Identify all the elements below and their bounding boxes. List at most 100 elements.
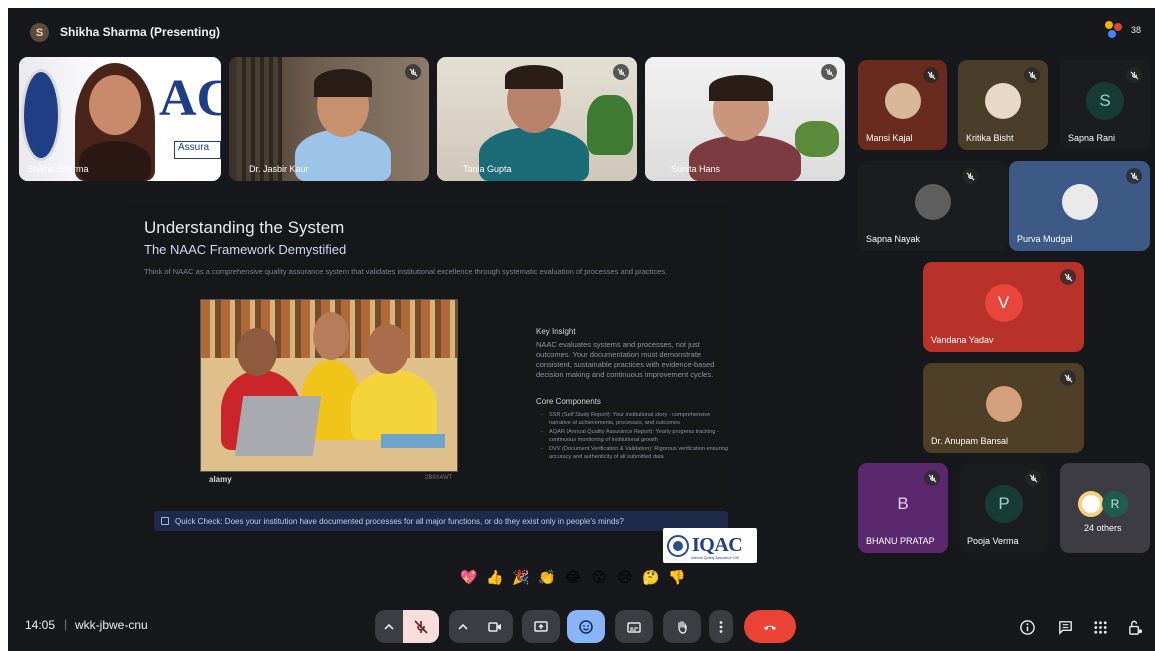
activities-button[interactable] — [1089, 616, 1111, 638]
more-options-button[interactable] — [709, 610, 733, 643]
participant-name: Sapna Rani — [1068, 133, 1116, 143]
captions-icon — [627, 621, 641, 633]
participant-tile-bhanu[interactable]: B BHANU PRATAP — [858, 463, 948, 553]
avatar — [1061, 184, 1098, 221]
participant-name: Tania Gupta — [463, 164, 512, 174]
reactions-button[interactable] — [567, 610, 605, 643]
photo-id: 2B8X4WT — [425, 475, 453, 481]
quick-check-text: Quick Check: Does your institution have … — [175, 516, 624, 526]
chevron-up-icon — [384, 623, 394, 630]
reaction-bar: 💖 👍 🎉 👏 😂 😮 😢 🤔 👎 — [459, 568, 687, 588]
participant-name: Sunita Hans — [671, 164, 721, 174]
participants-button[interactable]: 38 — [1104, 21, 1141, 39]
participant-tile-jasbir[interactable]: Dr. Jasbir Kaur — [229, 57, 429, 181]
divider: | — [64, 617, 68, 631]
info-icon — [1019, 619, 1035, 635]
mic-off-icon — [924, 470, 940, 486]
camera-icon — [488, 621, 501, 632]
present-screen-icon — [534, 620, 548, 632]
camera-toggle-button[interactable] — [477, 610, 513, 643]
chevron-up-icon — [458, 623, 468, 630]
avatar: V — [984, 284, 1023, 323]
avatar: B — [884, 485, 922, 524]
mic-off-icon — [962, 168, 978, 184]
meeting-details-button[interactable] — [1016, 616, 1038, 638]
surprised-reaction-icon[interactable]: 😮 — [589, 568, 609, 588]
laugh-reaction-icon[interactable]: 😂 — [563, 568, 583, 588]
photo-credit: alamy — [209, 475, 232, 484]
participants-icon — [1104, 21, 1125, 39]
avatar: S — [1086, 82, 1124, 121]
participant-name: Vandana Yadav — [931, 335, 994, 345]
leave-call-button[interactable] — [744, 610, 796, 643]
audio-options-button[interactable] — [375, 610, 403, 643]
participant-name: Shikha Sharma — [27, 164, 89, 174]
thumbs-up-reaction-icon[interactable]: 👍 — [485, 568, 505, 588]
heart-reaction-icon[interactable]: 💖 — [459, 568, 479, 588]
mic-off-icon — [414, 619, 428, 634]
participant-tile-anupam[interactable]: Dr. Anupam Bansal — [923, 363, 1084, 453]
mic-off-icon — [613, 64, 629, 80]
list-item: DVV (Document Verification & Validation)… — [540, 446, 729, 461]
participant-tile-vandana[interactable]: V Vandana Yadav — [923, 262, 1084, 352]
seal-icon — [667, 534, 689, 557]
key-insight-text: NAAC evaluates systems and processes, no… — [536, 340, 715, 379]
participant-tile-purva[interactable]: Purva Mudgal — [1009, 161, 1150, 251]
presenter-avatar: S — [30, 23, 49, 42]
present-button[interactable] — [522, 610, 560, 643]
thinking-reaction-icon[interactable]: 🤔 — [641, 568, 661, 588]
students-photo — [200, 299, 458, 472]
thumbs-down-reaction-icon[interactable]: 👎 — [667, 568, 687, 588]
key-insight-heading: Key Insight — [536, 327, 576, 336]
iqac-logo: IQAC Internal Quality Assurance Cell — [663, 528, 757, 563]
chat-icon — [1058, 620, 1072, 635]
participant-tile-sapna-rani[interactable]: S Sapna Rani — [1060, 60, 1150, 150]
host-controls-button[interactable] — [1124, 616, 1146, 638]
others-tile[interactable]: R 24 others — [1060, 463, 1150, 553]
flower-avatar-icon — [1078, 491, 1104, 517]
mic-off-icon — [821, 64, 837, 80]
party-reaction-icon[interactable]: 🎉 — [511, 568, 531, 588]
participant-name: Dr. Anupam Bansal — [931, 436, 1009, 446]
raise-hand-button[interactable] — [663, 610, 701, 643]
participant-name: Purva Mudgal — [1017, 234, 1073, 244]
meet-window: S Shikha Sharma (Presenting) 38 AC Assur… — [8, 8, 1155, 651]
hand-icon — [678, 620, 687, 634]
mic-off-icon — [1126, 168, 1142, 184]
clap-reaction-icon[interactable]: 👏 — [537, 568, 557, 588]
participant-tile-sunita[interactable]: Sunita Hans — [645, 57, 845, 181]
mic-off-icon — [1025, 470, 1041, 486]
participant-name: Kritika Bisht — [966, 133, 1014, 143]
mic-off-icon — [1126, 67, 1142, 83]
slide-subtitle: The NAAC Framework Demystified — [144, 242, 347, 257]
mic-toggle-button[interactable] — [403, 610, 439, 643]
captions-button[interactable] — [615, 610, 653, 643]
slide-intro: Think of NAAC as a comprehensive quality… — [144, 267, 668, 276]
participant-count: 38 — [1130, 25, 1141, 35]
chat-button[interactable] — [1054, 616, 1076, 638]
video-options-button[interactable] — [449, 610, 477, 643]
more-vert-icon — [719, 620, 723, 633]
meeting-code: wkk-jbwe-cnu — [75, 618, 148, 632]
participant-name: Mansi Kajal — [866, 133, 913, 143]
participant-tile-sapna-nayak[interactable]: Sapna Nayak — [858, 161, 1008, 251]
participant-name: Sapna Nayak — [866, 234, 921, 244]
avatar — [915, 184, 951, 221]
list-item: SSR (Self Study Report): Your institutio… — [540, 412, 729, 427]
sad-reaction-icon[interactable]: 😢 — [615, 568, 635, 588]
participant-tile-shikha[interactable]: AC Assura Shikha Sharma — [19, 57, 221, 181]
participant-tile-tania[interactable]: Tania Gupta — [437, 57, 637, 181]
logo-tagline: Internal Quality Assurance Cell — [691, 556, 739, 560]
participant-tile-pooja[interactable]: P Pooja Verma — [959, 463, 1049, 553]
avatar: P — [985, 485, 1023, 524]
participant-name: BHANU PRATAP — [866, 536, 935, 546]
participant-tile-kritika[interactable]: Kritika Bisht — [958, 60, 1048, 150]
avatar — [985, 386, 1022, 423]
mic-off-icon — [923, 67, 939, 83]
participant-tile-mansi[interactable]: Mansi Kajal — [858, 60, 947, 150]
top-bar: S Shikha Sharma (Presenting) 38 — [8, 8, 1155, 54]
mic-off-icon — [405, 64, 421, 80]
others-count: 24 others — [1084, 523, 1122, 533]
participant-name: Pooja Verma — [967, 536, 1019, 546]
mic-off-icon — [1060, 370, 1076, 386]
